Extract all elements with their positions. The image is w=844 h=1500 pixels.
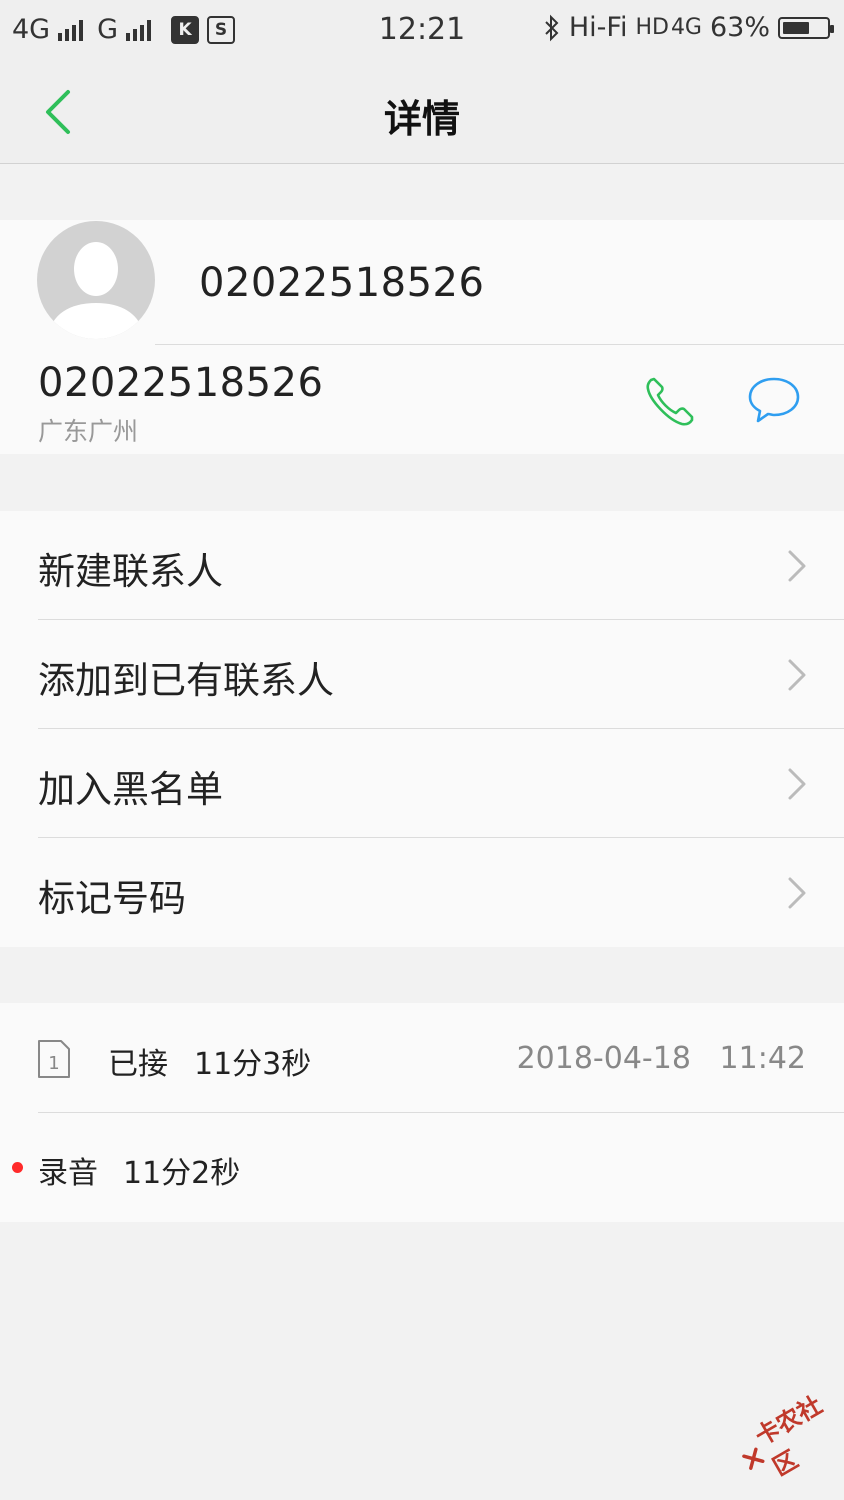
status-bar: 4G G K S 12:21 Hi-Fi HD 4G 63% <box>0 0 844 60</box>
action-mark-number[interactable]: 标记号码 <box>0 838 844 947</box>
chevron-right-icon <box>788 659 806 691</box>
recording-label[interactable]: 录音 <box>38 1148 98 1192</box>
status-right: Hi-Fi HD 4G 63% <box>543 12 834 43</box>
divider <box>155 344 844 345</box>
action-add-to-existing[interactable]: 添加到已有联系人 <box>0 620 844 729</box>
sim-slot: 1 <box>48 1053 59 1074</box>
hd-label: HD <box>635 15 669 40</box>
action-new-contact[interactable]: 新建联系人 <box>0 511 844 620</box>
network-type-3: 4G <box>670 15 702 40</box>
action-label: 加入黑名单 <box>38 768 223 811</box>
title-bar: 详情 <box>0 60 844 164</box>
contact-name: 02022518526 <box>199 260 485 306</box>
call-duration: 11分3秒 <box>194 1047 312 1082</box>
sim-card-icon: 1 <box>38 1040 70 1078</box>
number-location: 广东广州 <box>38 417 139 446</box>
divider <box>38 1112 844 1113</box>
call-button[interactable] <box>642 372 700 430</box>
avatar <box>37 221 155 339</box>
watermark-text: 卡农社区 <box>750 1390 827 1482</box>
recording-dot-icon <box>12 1162 23 1173</box>
call-datetime: 2018-04-18 11:42 <box>516 1041 806 1076</box>
battery-percent: 63% <box>709 12 770 43</box>
contact-card: 02022518526 02022518526 广东广州 <box>0 220 844 454</box>
action-add-to-blacklist[interactable]: 加入黑名单 <box>0 729 844 838</box>
message-button[interactable] <box>745 372 803 430</box>
call-status: 已接 <box>108 1047 168 1082</box>
chevron-right-icon <box>788 768 806 800</box>
action-label: 添加到已有联系人 <box>38 659 334 702</box>
person-silhouette-icon <box>47 242 145 339</box>
hifi-label: Hi-Fi <box>568 12 628 43</box>
recording-duration[interactable]: 11分2秒 <box>123 1148 240 1192</box>
action-list: 新建联系人 添加到已有联系人 加入黑名单 标记号码 <box>0 511 844 947</box>
watermark: 卡农社区 <box>728 1380 844 1494</box>
call-log: 1 已接 11分3秒 2018-04-18 11:42 录音 11分2秒 <box>0 1003 844 1222</box>
message-bubble-icon <box>748 377 800 423</box>
chevron-right-icon <box>788 550 806 582</box>
phone-number[interactable]: 02022518526 <box>38 360 323 406</box>
action-label: 新建联系人 <box>38 550 223 593</box>
battery-fill <box>783 21 810 34</box>
page-title: 详情 <box>383 97 460 141</box>
battery-icon <box>778 16 834 39</box>
chevron-right-icon <box>788 877 806 909</box>
bluetooth-icon <box>545 14 559 41</box>
phone-icon <box>646 377 694 426</box>
action-label: 标记号码 <box>38 877 186 920</box>
